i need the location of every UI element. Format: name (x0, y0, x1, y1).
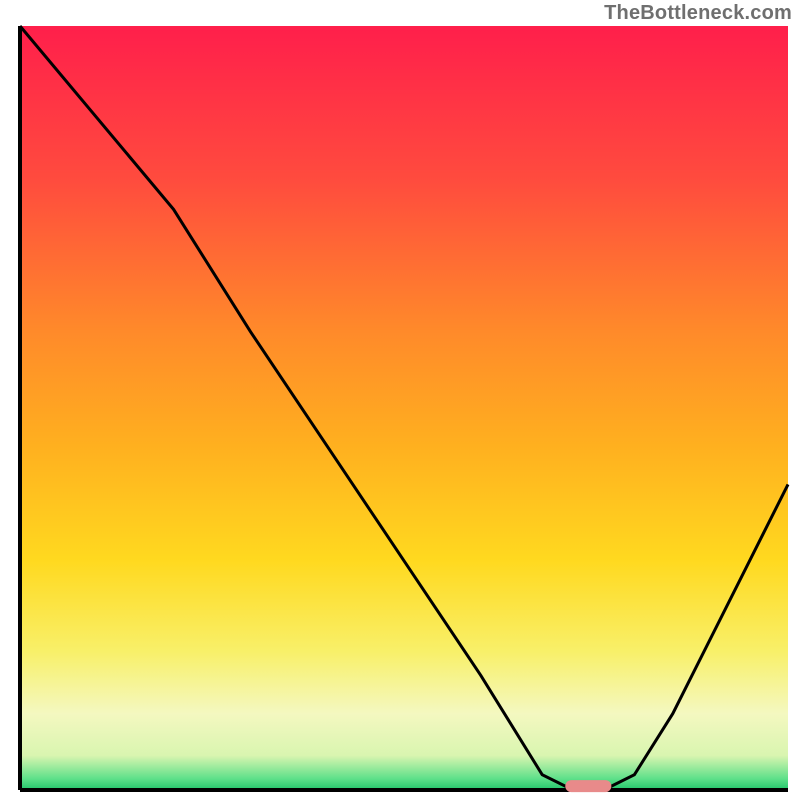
bottleneck-chart (0, 0, 800, 800)
watermark-label: TheBottleneck.com (604, 2, 792, 25)
plot-background (20, 26, 788, 790)
optimal-marker (565, 780, 611, 792)
chart-frame: TheBottleneck.com (0, 0, 800, 800)
